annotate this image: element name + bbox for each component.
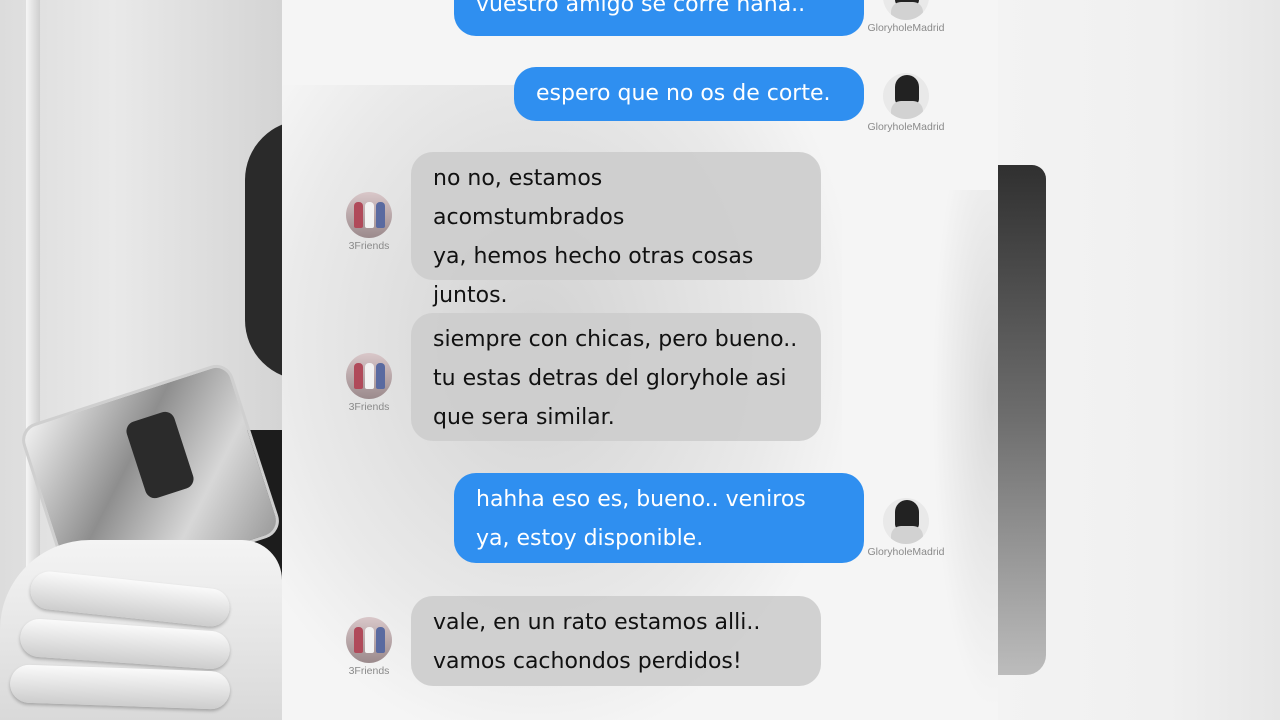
sender-avatar-block: 3Friends <box>324 353 414 413</box>
sender-avatar-block: GloryholeMadrid <box>861 0 951 34</box>
sender-avatar-block: 3Friends <box>324 617 414 677</box>
masked-person-avatar-icon[interactable] <box>883 498 929 544</box>
chat-background-silhouette <box>932 190 998 710</box>
group-of-three-avatar-icon[interactable] <box>346 617 392 663</box>
masked-person-head <box>245 120 282 380</box>
masked-person-avatar-icon[interactable] <box>883 73 929 119</box>
outgoing-message-bubble[interactable]: espero que no os de corte. <box>514 67 864 121</box>
sender-name: 3Friends <box>348 401 390 413</box>
sender-avatar-block: GloryholeMadrid <box>861 73 951 133</box>
background-photo-left <box>0 0 282 720</box>
chat-panel[interactable]: vuestro amigo se corre haha.. GloryholeM… <box>282 0 998 720</box>
sender-name: GloryholeMadrid <box>867 121 945 133</box>
sender-name: 3Friends <box>348 665 390 677</box>
group-of-three-avatar-icon[interactable] <box>346 192 392 238</box>
outgoing-message-bubble[interactable]: vuestro amigo se corre haha.. <box>454 0 864 36</box>
finger-shape <box>9 664 231 710</box>
incoming-message-bubble[interactable]: siempre con chicas, pero bueno.. tu esta… <box>411 313 821 441</box>
sender-name: GloryholeMadrid <box>867 22 945 34</box>
outgoing-message-bubble[interactable]: hahha eso es, bueno.. veniros ya, estoy … <box>454 473 864 563</box>
torn-dark-strip <box>998 165 1046 675</box>
sender-avatar-block: 3Friends <box>324 192 414 252</box>
background-photo-right <box>998 0 1280 720</box>
sender-name: 3Friends <box>348 240 390 252</box>
group-of-three-avatar-icon[interactable] <box>346 353 392 399</box>
incoming-message-bubble[interactable]: vale, en un rato estamos alli.. vamos ca… <box>411 596 821 686</box>
incoming-message-bubble[interactable]: no no, estamos acomstumbrados ya, hemos … <box>411 152 821 308</box>
masked-person-avatar-icon[interactable] <box>883 0 929 20</box>
sender-avatar-block: GloryholeMadrid <box>861 498 951 558</box>
sender-name: GloryholeMadrid <box>867 546 945 558</box>
